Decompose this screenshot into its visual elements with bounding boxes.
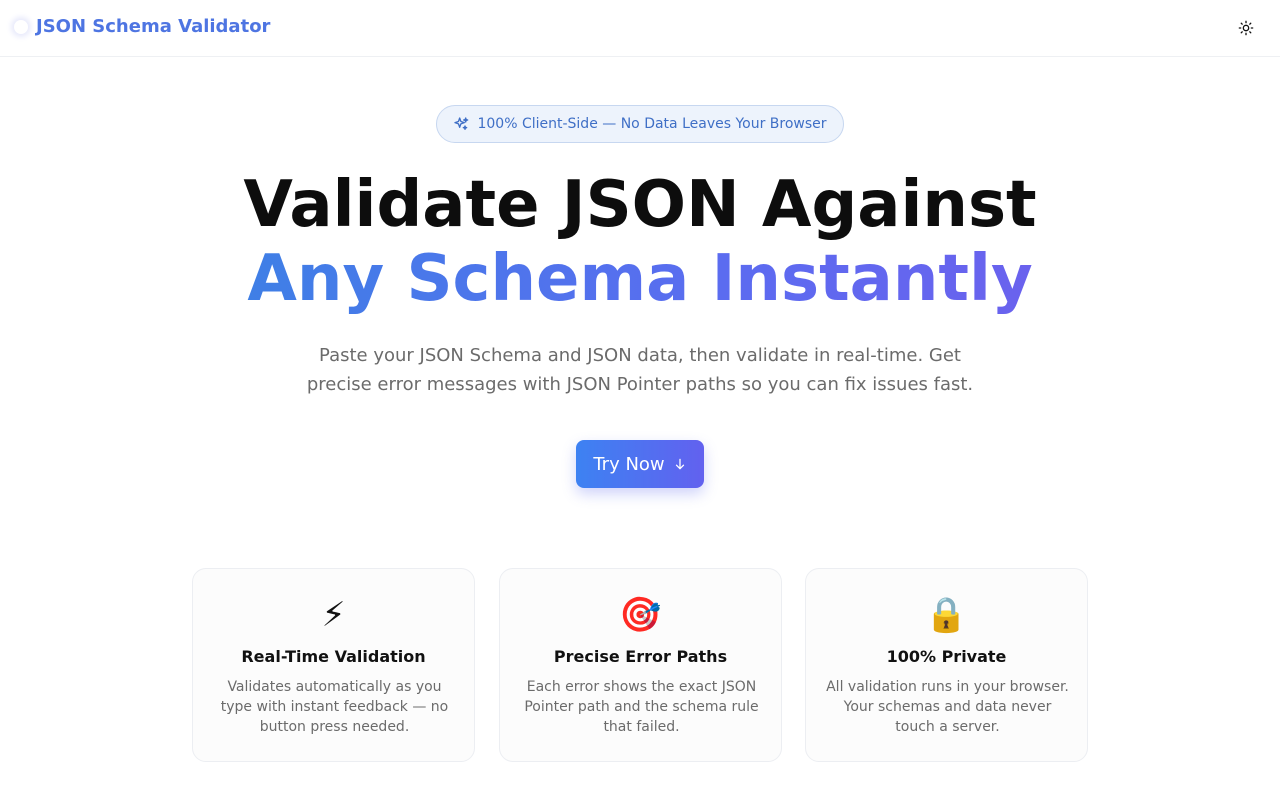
feature-card-realtime: ⚡ Real-Time Validation Validates automat… [192,568,475,762]
client-side-badge: 100% Client-Side — No Data Leaves Your B… [436,105,844,143]
feature-title: Real-Time Validation [241,647,426,666]
feature-card-error-paths: 🎯 Precise Error Paths Each error shows t… [499,568,782,762]
feature-title: Precise Error Paths [553,647,728,666]
feature-description: All validation runs in your browser. You… [826,679,1069,735]
arrow-down-icon [675,458,684,470]
page-headline: Validate JSON Against Any Schema Instant… [0,168,1280,316]
headline-line-2: Any Schema Instantly [247,242,1033,316]
sun-icon [1238,20,1254,36]
headline-line-1: Validate JSON Against [243,168,1037,242]
target-icon: 🎯 [619,595,662,635]
feature-description: Each error shows the exact JSON Pointer … [524,679,759,735]
theme-toggle-button[interactable] [1234,16,1258,40]
feature-card-private: 🔒 100% Private All validation runs in yo… [805,568,1088,762]
badge-text: 100% Client-Side — No Data Leaves Your B… [477,116,827,132]
brand-link[interactable]: JSON Schema Validator [36,16,270,37]
try-now-label: Try Now [593,453,665,475]
lightning-icon: ⚡ [321,595,346,635]
try-now-button[interactable]: Try Now [576,440,704,488]
logo-icon [14,20,28,34]
hero-subtitle: Paste your JSON Schema and JSON data, th… [306,345,974,395]
lock-icon: 🔒 [925,595,968,635]
sparkles-icon [454,117,469,130]
top-nav: JSON Schema Validator [0,0,1280,57]
feature-title: 100% Private [886,647,1007,666]
feature-description: Validates automatically as you type with… [220,679,449,735]
